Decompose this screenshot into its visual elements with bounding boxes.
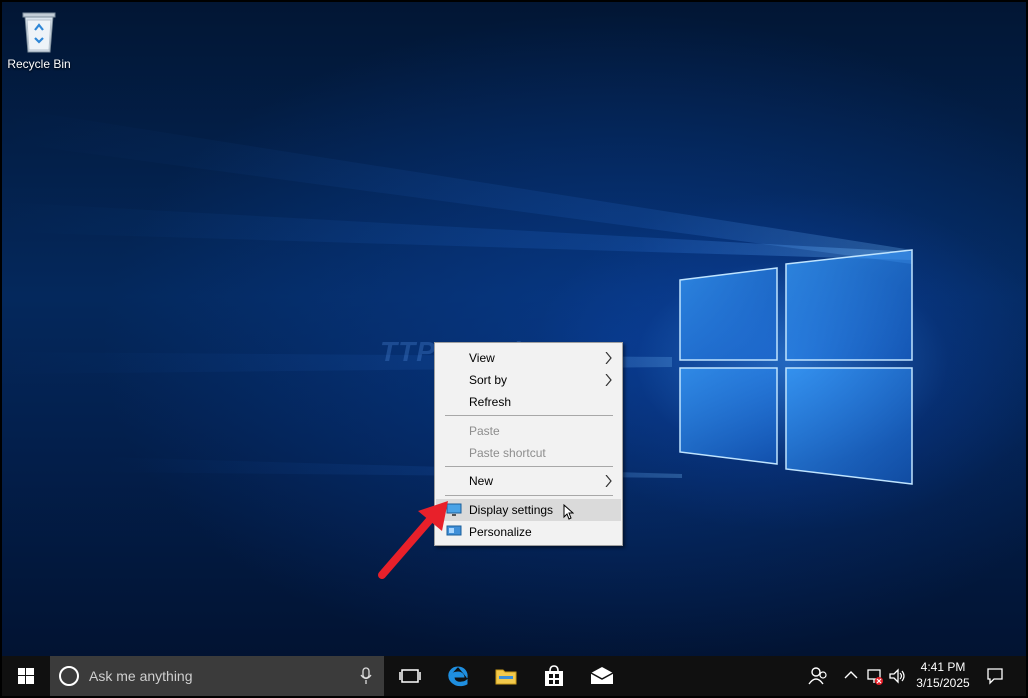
wallpaper-light-beams: [2, 107, 913, 485]
clock-date: 3/15/2025: [916, 676, 970, 690]
file-explorer-icon: [495, 669, 517, 685]
search-input[interactable]: Ask me anything: [50, 656, 384, 696]
chevron-right-icon: [605, 352, 612, 364]
taskbar: Ask me anything 4:41 PM 3/15/2025: [2, 656, 1026, 696]
taskbar-clock[interactable]: 4:41 PM 3/15/2025: [908, 659, 978, 691]
microphone-icon[interactable]: [360, 667, 372, 685]
chevron-right-icon: [605, 374, 612, 386]
menu-item-paste-shortcut: Paste shortcut: [436, 442, 621, 464]
menu-item-new[interactable]: New: [436, 470, 621, 492]
volume-icon[interactable]: [888, 668, 906, 684]
annotation-arrow: [378, 501, 448, 579]
chevron-right-icon: [605, 475, 612, 487]
menu-separator: [445, 495, 613, 496]
menu-item-label: New: [469, 474, 494, 488]
mail-button[interactable]: [578, 656, 626, 696]
menu-item-personalize[interactable]: Personalize: [436, 521, 621, 543]
menu-separator: [445, 415, 613, 416]
people-icon[interactable]: [808, 666, 828, 686]
menu-item-label: View: [469, 351, 495, 365]
menu-item-label: Sort by: [469, 373, 508, 387]
windows-logo-icon: [18, 668, 34, 684]
menu-item-paste: Paste: [436, 420, 621, 442]
menu-item-label: Personalize: [469, 525, 532, 539]
menu-item-label: Display settings: [469, 503, 554, 517]
recycle-bin-icon: [22, 12, 56, 53]
menu-separator: [445, 466, 613, 467]
store-button[interactable]: [530, 656, 578, 696]
store-icon: [545, 665, 563, 686]
menu-item-sort-by[interactable]: Sort by: [436, 369, 621, 391]
chevron-up-icon[interactable]: [844, 670, 858, 680]
menu-item-label: Paste shortcut: [469, 446, 546, 460]
start-button[interactable]: [2, 656, 50, 696]
file-explorer-button[interactable]: [482, 656, 530, 696]
menu-item-label: Refresh: [469, 395, 512, 409]
mouse-cursor-icon: [563, 504, 574, 520]
network-icon[interactable]: [866, 668, 884, 686]
action-center-icon[interactable]: [986, 667, 1004, 685]
mail-icon: [590, 667, 614, 684]
search-placeholder: Ask me anything: [89, 668, 193, 684]
clock-time: 4:41 PM: [920, 660, 966, 674]
recycle-bin-shortcut[interactable]: Recycle Bin: [6, 10, 72, 80]
task-view-button[interactable]: [386, 656, 434, 696]
desktop-wallpaper[interactable]: Recycle Bin TTPros Hire View Sort by Ref…: [2, 2, 1026, 656]
menu-item-display-settings[interactable]: Display settings: [436, 499, 621, 521]
cortana-icon: [59, 666, 79, 686]
screen: Recycle Bin TTPros Hire View Sort by Ref…: [0, 0, 1028, 698]
edge-icon: [448, 666, 468, 687]
menu-item-refresh[interactable]: Refresh: [436, 391, 621, 413]
desktop-context-menu: View Sort by Refresh Paste Paste shortcu…: [434, 342, 623, 546]
task-view-icon: [399, 669, 421, 683]
edge-button[interactable]: [434, 656, 482, 696]
menu-item-view[interactable]: View: [436, 347, 621, 369]
menu-item-label: Paste: [469, 424, 500, 438]
recycle-bin-label: Recycle Bin: [7, 57, 71, 71]
